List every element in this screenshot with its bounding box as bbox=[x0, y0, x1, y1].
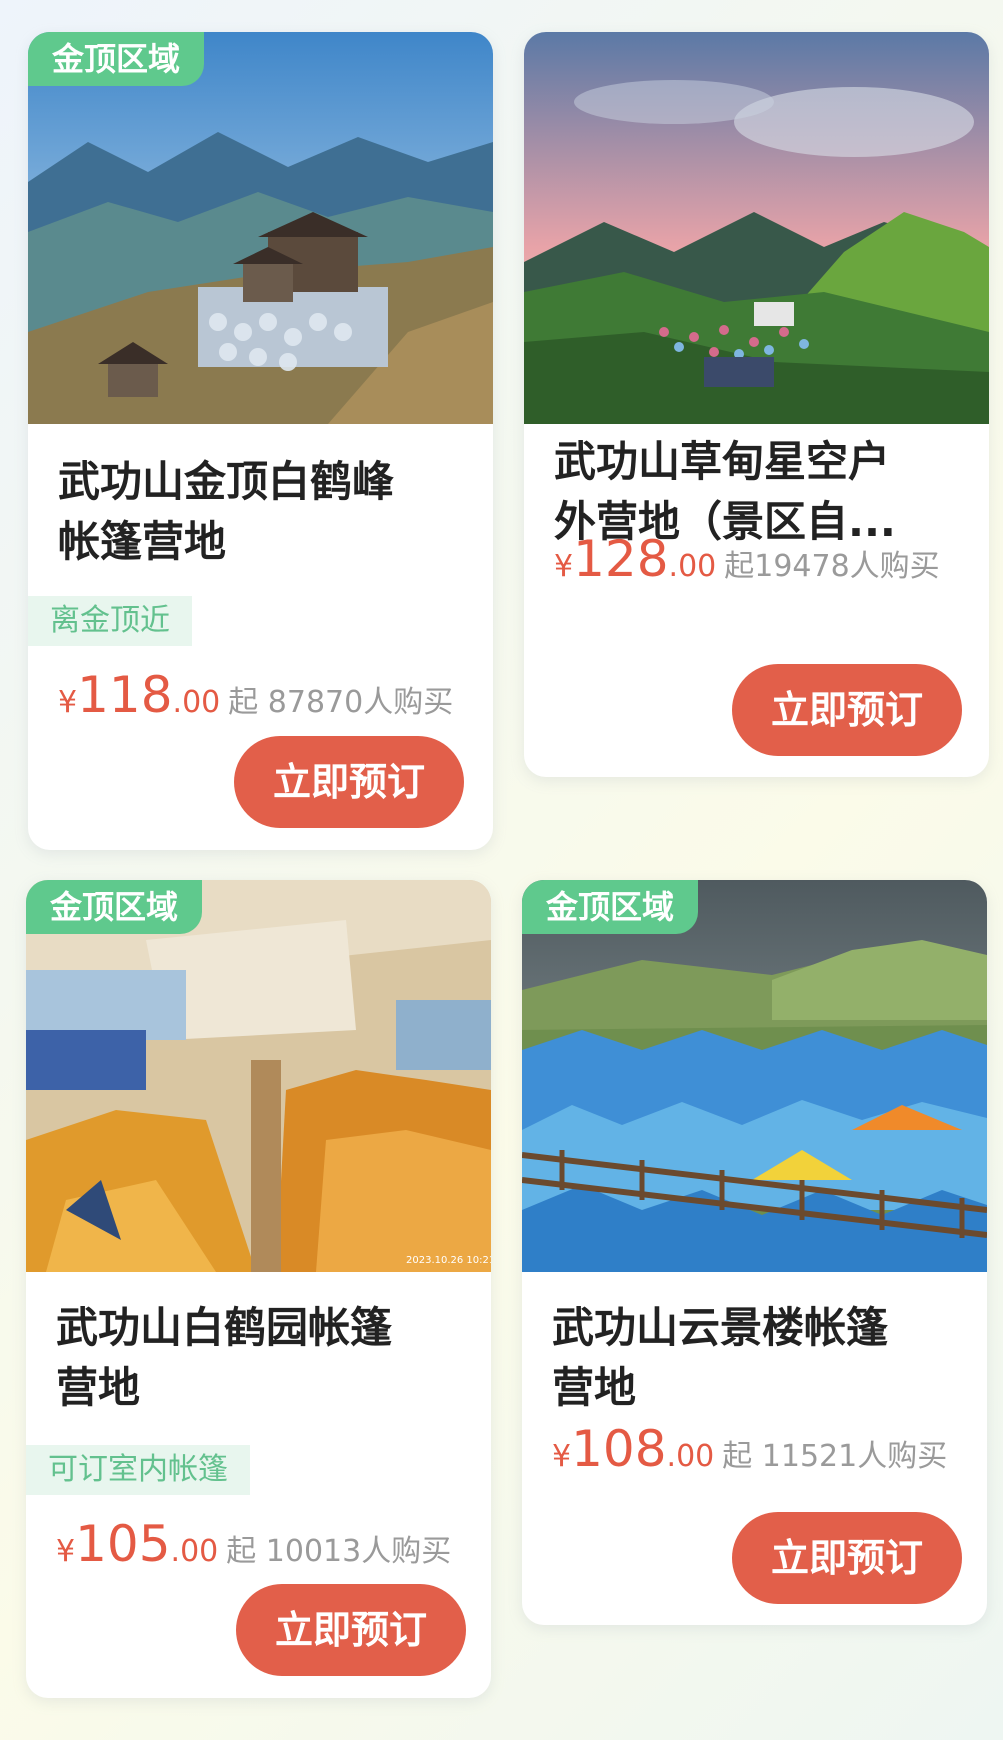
product-title[interactable]: 武功山云景楼帐篷 营地 bbox=[552, 1298, 967, 1418]
price-line: ¥108.00 起 11521人购买 bbox=[552, 1420, 947, 1478]
currency-symbol: ¥ bbox=[554, 549, 574, 584]
product-card[interactable]: 金顶区域 武功山金顶白鹤峰 帐篷营地 离金顶近 ¥118.00 起 87870人购… bbox=[28, 32, 493, 850]
book-now-button[interactable]: 立即预订 bbox=[234, 736, 464, 828]
book-now-button[interactable]: 立即预订 bbox=[732, 1512, 962, 1604]
sales-count: 起19478人购买 bbox=[724, 549, 940, 584]
price-decimal: .00 bbox=[172, 685, 221, 720]
product-title[interactable]: 武功山白鹤园帐篷 营地 bbox=[56, 1298, 471, 1418]
region-badge: 金顶区域 bbox=[26, 880, 203, 934]
price-decimal: .00 bbox=[666, 1439, 715, 1474]
region-badge: 金顶区域 bbox=[28, 32, 205, 86]
currency-symbol: ¥ bbox=[552, 1439, 572, 1474]
product-image[interactable]: 2023.10.26 10:21 金顶区域 bbox=[26, 880, 491, 1272]
feature-tag: 离金顶近 bbox=[28, 596, 192, 646]
price-integer: 105 bbox=[75, 1515, 171, 1573]
product-image[interactable] bbox=[524, 32, 989, 424]
sales-count: 起 11521人购买 bbox=[722, 1439, 948, 1474]
price-decimal: .00 bbox=[170, 1534, 219, 1569]
product-card[interactable]: 2023.10.26 10:21 金顶区域 武功山白鹤园帐篷 营地 可订室内帐篷… bbox=[26, 880, 491, 1698]
price-line: ¥105.00 起 10013人购买 bbox=[56, 1515, 451, 1573]
product-image[interactable]: 金顶区域 bbox=[522, 880, 987, 1272]
currency-symbol: ¥ bbox=[58, 685, 78, 720]
price-integer: 118 bbox=[77, 666, 173, 724]
product-image[interactable]: 金顶区域 bbox=[28, 32, 493, 424]
price-integer: 108 bbox=[571, 1420, 667, 1478]
feature-tag: 可订室内帐篷 bbox=[26, 1445, 250, 1495]
currency-symbol: ¥ bbox=[56, 1534, 76, 1569]
price-line: ¥128.00 起19478人购买 bbox=[554, 530, 940, 588]
sales-count: 起 10013人购买 bbox=[226, 1534, 452, 1569]
price-integer: 128 bbox=[573, 530, 669, 588]
product-title[interactable]: 武功山金顶白鹤峰 帐篷营地 bbox=[58, 452, 473, 572]
price-line: ¥118.00 起 87870人购买 bbox=[58, 666, 453, 724]
product-card[interactable]: 武功山草甸星空户 外营地（景区自... ¥128.00 起19478人购买 立即预… bbox=[524, 32, 989, 777]
price-decimal: .00 bbox=[668, 549, 717, 584]
region-badge: 金顶区域 bbox=[522, 880, 699, 934]
book-now-button[interactable]: 立即预订 bbox=[732, 664, 962, 756]
sales-count: 起 87870人购买 bbox=[228, 685, 454, 720]
photo-timestamp: 2023.10.26 10:21 bbox=[406, 1255, 491, 1266]
book-now-button[interactable]: 立即预订 bbox=[236, 1584, 466, 1676]
product-card[interactable]: 金顶区域 武功山云景楼帐篷 营地 ¥108.00 起 11521人购买 立即预订 bbox=[522, 880, 987, 1625]
